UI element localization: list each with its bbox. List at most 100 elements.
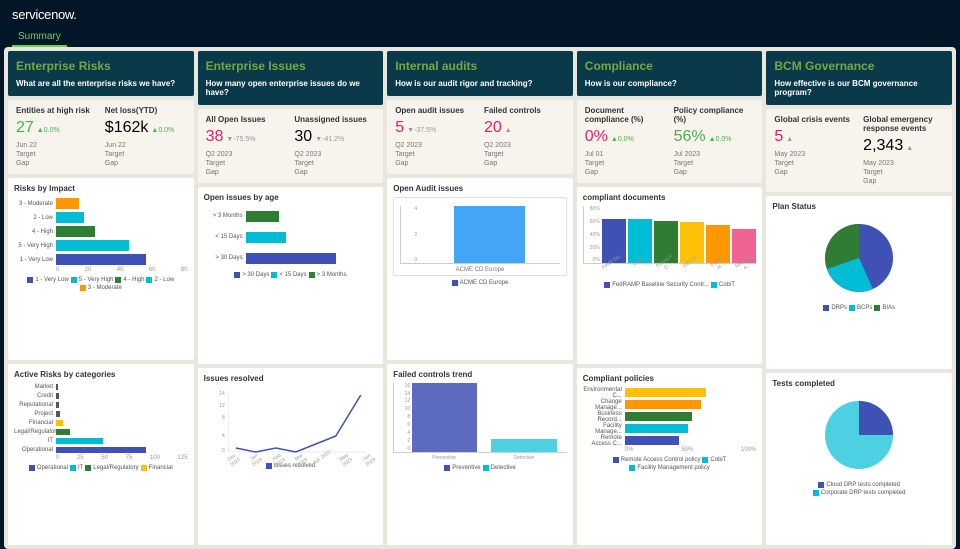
bar-label: Reputational <box>14 402 56 408</box>
bar-label: Environmental C... <box>583 387 625 399</box>
metric[interactable]: Entities at high risk27▲0.0%Jun 22Target… <box>16 106 97 168</box>
pie-chart[interactable] <box>820 396 898 474</box>
bar[interactable] <box>56 402 59 408</box>
legend-item[interactable]: CobiT <box>702 457 726 463</box>
legend-item[interactable]: > 3 Months <box>309 272 347 278</box>
metric-value: 5 <box>395 119 404 137</box>
bar[interactable] <box>246 253 336 264</box>
bar[interactable] <box>56 384 58 390</box>
chart-title: Failed controls trend <box>393 370 567 379</box>
svg-text:12: 12 <box>219 403 225 409</box>
metric-value: 56% <box>674 128 706 146</box>
metric-trend: ▲ <box>786 136 793 143</box>
chart-card: Active Risks by categoriesMarketCreditRe… <box>8 364 194 545</box>
bar-label: Financial <box>14 420 56 426</box>
legend: DRPsBCPsBIAs <box>772 305 946 311</box>
bar[interactable] <box>625 436 679 445</box>
legend-item[interactable]: BIAs <box>874 305 895 311</box>
legend-item[interactable]: > 30 Days <box>234 272 269 278</box>
bar[interactable] <box>56 429 70 435</box>
bar[interactable] <box>56 447 146 453</box>
bar[interactable] <box>625 388 706 397</box>
metric-trend: ▲ <box>906 145 913 152</box>
legend-item[interactable]: Detective <box>483 465 516 471</box>
bar[interactable] <box>56 240 129 251</box>
legend-item[interactable]: Cloud DRP tests completed <box>818 482 900 488</box>
chart-card: Tests completedCloud DRP tests completed… <box>766 373 952 545</box>
bar[interactable] <box>56 226 95 237</box>
legend-item[interactable]: Financial <box>141 465 173 471</box>
bar[interactable] <box>56 212 84 223</box>
legend-item[interactable]: Remote Access Control policy <box>613 457 701 463</box>
bar-label: Operational <box>14 447 56 453</box>
legend-item[interactable]: IT <box>70 465 83 471</box>
metric[interactable]: Policy compliance (%)56%▲0.0%Jul 2023Tar… <box>674 106 755 177</box>
legend-item[interactable]: DRPs <box>823 305 847 311</box>
metric-value: 5 <box>774 128 783 146</box>
bar[interactable] <box>56 254 146 265</box>
legend-item[interactable]: Preventive <box>444 465 480 471</box>
bar-row: Market <box>14 383 188 391</box>
legend: Remote Access Control policyCobiT Facilit… <box>583 457 757 471</box>
tab-summary[interactable]: Summary <box>12 28 67 47</box>
bar[interactable] <box>56 411 60 417</box>
bar[interactable] <box>491 439 556 452</box>
column-header: Enterprise RisksWhat are all the enterpr… <box>8 51 194 96</box>
metric[interactable]: Failed controls20▲Q2 2023TargetGap <box>484 106 565 168</box>
bar[interactable] <box>56 393 59 399</box>
bar-row: Change Manage... <box>583 399 757 410</box>
bar-label: > 3 Months <box>204 213 246 219</box>
legend-item[interactable]: Operational <box>29 465 68 471</box>
tab-bar: Summary <box>0 28 960 47</box>
legend-item[interactable]: Corporate DRP tests completed <box>813 490 906 496</box>
bar[interactable] <box>246 232 287 243</box>
metric[interactable]: Global crisis events5▲May 2023TargetGap <box>774 115 855 186</box>
metrics-card: Entities at high risk27▲0.0%Jun 22Target… <box>8 100 194 174</box>
bar[interactable] <box>625 412 693 421</box>
bar[interactable] <box>625 424 688 433</box>
chart-title: Plan Status <box>772 202 946 211</box>
legend-item[interactable]: 2 - Low <box>146 277 174 283</box>
metric-footer: Q2 2023TargetGap <box>206 150 287 177</box>
legend-item[interactable]: 1 - Very Low <box>27 277 68 283</box>
line-chart[interactable]: 1412840Dec 2022Jan 2023Feb 2023Mar 2023A… <box>204 387 378 459</box>
metric[interactable]: Unassigned issues30▼-41.2%Q2 2023TargetG… <box>294 115 375 177</box>
metric[interactable]: All Open Issues38▼-75.5%Q2 2023TargetGap <box>206 115 287 177</box>
legend-item[interactable]: Facility Management policy <box>629 465 709 471</box>
bar[interactable] <box>625 400 702 409</box>
metrics-card: Open audit issues5▼-37.5%Q2 2023TargetGa… <box>387 100 573 174</box>
metric-label: Net loss(YTD) <box>105 106 186 115</box>
metric-trend: ▲ <box>505 127 512 134</box>
bar-row: Reputational <box>14 401 188 409</box>
bar[interactable] <box>56 198 79 209</box>
legend-item[interactable]: Legal/Regulatory <box>85 465 138 471</box>
column-title: Compliance <box>585 59 755 73</box>
bar-label: Legal/Regulatory <box>14 429 56 435</box>
legend-item[interactable]: 3 - Moderate <box>80 285 122 291</box>
bar-label: 5 - Very High <box>14 243 56 249</box>
svg-text:4: 4 <box>222 433 225 439</box>
metric[interactable]: Open audit issues5▼-37.5%Q2 2023TargetGa… <box>395 106 476 168</box>
bar[interactable] <box>412 383 477 452</box>
metric[interactable]: Net loss(YTD)$162k▲0.0%Jun 22TargetGap <box>105 106 186 168</box>
legend-item[interactable]: < 15 Days <box>271 272 306 278</box>
legend-item[interactable]: FedRAMP Baseline Security Contr... <box>604 282 709 288</box>
legend-item[interactable]: BCPs <box>849 305 872 311</box>
metric-trend: ▼-37.5% <box>407 127 436 134</box>
legend-item[interactable]: ACME CD Europe <box>452 280 509 286</box>
legend-item[interactable]: 4 - High <box>115 277 144 283</box>
bar[interactable] <box>454 206 524 263</box>
bar[interactable] <box>56 420 63 426</box>
chart-title: Risks by Impact <box>14 184 188 193</box>
legend-item[interactable]: 5 - Very High <box>71 277 114 283</box>
bar-row: Project <box>14 410 188 418</box>
pie-chart[interactable] <box>820 219 898 297</box>
metric[interactable]: Global emergency response events2,343▲Ma… <box>863 115 944 186</box>
metric[interactable]: Document compliance (%)0%▲0.0%Jul 01Targ… <box>585 106 666 177</box>
legend-item[interactable]: CobiT <box>711 282 735 288</box>
bar[interactable] <box>56 438 103 444</box>
bar-row: 1 - Very Low <box>14 253 188 266</box>
column: Enterprise RisksWhat are all the enterpr… <box>8 51 194 545</box>
bar[interactable] <box>246 211 280 222</box>
bar-row: IT <box>14 437 188 445</box>
